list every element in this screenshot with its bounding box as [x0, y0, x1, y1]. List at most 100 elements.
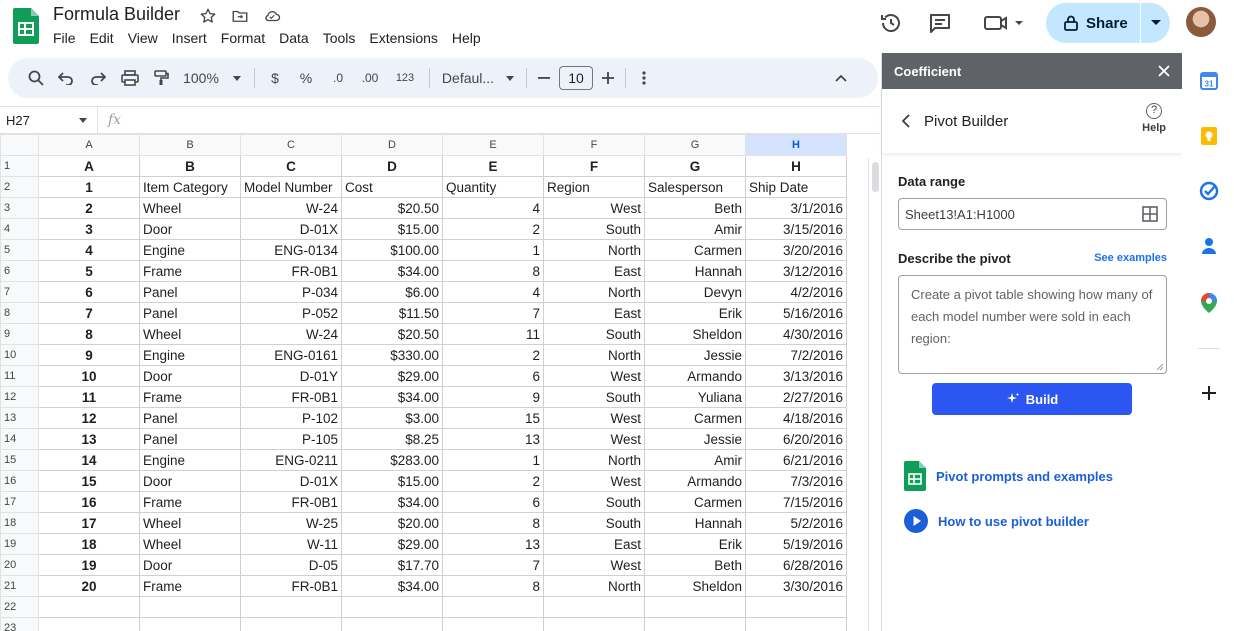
cell[interactable]: Wheel [139, 533, 241, 555]
cell[interactable]: $330.00 [341, 344, 443, 366]
cell[interactable]: South [543, 218, 645, 240]
cell[interactable]: FR-0B1 [240, 386, 342, 408]
cell[interactable]: 18 [38, 533, 140, 555]
cell[interactable]: Door [139, 365, 241, 387]
menu-view[interactable]: View [128, 30, 166, 46]
font-size-decrease-icon[interactable] [533, 64, 555, 92]
cell[interactable]: D-01Y [240, 365, 342, 387]
back-icon[interactable] [902, 114, 910, 128]
row-header[interactable]: 2 [0, 176, 39, 198]
menu-tools[interactable]: Tools [323, 30, 364, 46]
search-menus-icon[interactable] [22, 64, 50, 92]
row-header[interactable]: 8 [0, 302, 39, 324]
cell[interactable]: Salesperson [644, 176, 746, 198]
cell[interactable]: 3/1/2016 [745, 197, 847, 219]
see-examples-link[interactable]: See examples [1094, 252, 1167, 264]
cell[interactable] [240, 617, 342, 631]
menu-format[interactable]: Format [221, 30, 273, 46]
cell[interactable]: South [543, 323, 645, 345]
cell[interactable]: P-052 [240, 302, 342, 324]
cell[interactable] [341, 596, 443, 618]
cell[interactable] [644, 617, 746, 631]
cell[interactable]: 9 [442, 386, 544, 408]
cell[interactable]: 6/20/2016 [745, 428, 847, 450]
cell[interactable]: Beth [644, 554, 746, 576]
column-header-a[interactable]: A [38, 134, 140, 156]
row-header[interactable]: 5 [0, 239, 39, 261]
cell[interactable]: 7 [442, 554, 544, 576]
select-all-corner[interactable] [0, 134, 39, 156]
menu-extensions[interactable]: Extensions [369, 30, 445, 46]
cell[interactable]: Jessie [644, 428, 746, 450]
cell[interactable]: West [543, 470, 645, 492]
cell[interactable]: 19 [38, 554, 140, 576]
cell[interactable]: Wheel [139, 323, 241, 345]
cell[interactable] [644, 596, 746, 618]
build-button[interactable]: Build [932, 383, 1132, 415]
cell[interactable]: North [543, 575, 645, 597]
cell[interactable]: Door [139, 218, 241, 240]
row-header[interactable]: 22 [0, 596, 39, 618]
row-header[interactable]: 20 [0, 554, 39, 576]
cell[interactable]: 8 [442, 575, 544, 597]
cell[interactable]: 14 [38, 449, 140, 471]
cell[interactable]: 7 [38, 302, 140, 324]
share-button[interactable]: Share [1046, 3, 1170, 43]
column-header-e[interactable]: E [442, 134, 544, 156]
cell[interactable]: 13 [38, 428, 140, 450]
row-header[interactable]: 15 [0, 449, 39, 471]
vertical-scrollbar[interactable] [868, 158, 880, 631]
cell[interactable]: 6/21/2016 [745, 449, 847, 471]
cell[interactable]: West [543, 407, 645, 429]
cell[interactable]: Panel [139, 302, 241, 324]
cell[interactable]: 11 [38, 386, 140, 408]
cell[interactable]: North [543, 449, 645, 471]
how-to-link[interactable]: How to use pivot builder [904, 509, 1089, 533]
cell[interactable]: A [38, 155, 140, 177]
cell[interactable]: 7 [442, 302, 544, 324]
cell[interactable]: $11.50 [341, 302, 443, 324]
collapse-toolbar-icon[interactable] [826, 64, 856, 92]
keep-icon[interactable] [1199, 126, 1219, 146]
row-header[interactable]: 12 [0, 386, 39, 408]
meet-icon[interactable] [983, 11, 1025, 35]
undo-icon[interactable] [50, 64, 82, 92]
cell[interactable]: W-24 [240, 197, 342, 219]
tasks-icon[interactable] [1199, 181, 1219, 201]
cell[interactable]: P-034 [240, 281, 342, 303]
format-currency-button[interactable]: $ [261, 64, 289, 92]
font-size-input[interactable]: 10 [559, 66, 593, 90]
maps-icon[interactable] [1199, 293, 1219, 313]
cell[interactable]: 2 [442, 218, 544, 240]
redo-icon[interactable] [82, 64, 114, 92]
cell[interactable]: Panel [139, 407, 241, 429]
cell[interactable]: F [543, 155, 645, 177]
menu-edit[interactable]: Edit [90, 30, 122, 46]
cell[interactable]: Region [543, 176, 645, 198]
row-header[interactable]: 14 [0, 428, 39, 450]
decrease-decimal-button[interactable]: .0 [323, 64, 353, 92]
cell[interactable]: Frame [139, 491, 241, 513]
cell[interactable]: Door [139, 470, 241, 492]
column-header-g[interactable]: G [644, 134, 746, 156]
avatar[interactable] [1186, 7, 1216, 37]
row-header[interactable]: 17 [0, 491, 39, 513]
cell[interactable]: Carmen [644, 239, 746, 261]
cell[interactable] [139, 617, 241, 631]
cell[interactable]: 7/15/2016 [745, 491, 847, 513]
cell[interactable]: FR-0B1 [240, 491, 342, 513]
data-range-input[interactable]: Sheet13!A1:H1000 [898, 198, 1167, 230]
cell[interactable]: 17 [38, 512, 140, 534]
move-folder-icon[interactable] [230, 6, 250, 26]
cell[interactable]: Engine [139, 449, 241, 471]
cell[interactable]: Frame [139, 575, 241, 597]
cell[interactable]: North [543, 344, 645, 366]
version-history-icon[interactable] [879, 11, 903, 35]
cell[interactable]: D-01X [240, 218, 342, 240]
paint-format-icon[interactable] [146, 64, 176, 92]
grid-select-icon[interactable] [1142, 206, 1158, 222]
format-percent-button[interactable]: % [289, 64, 323, 92]
cell[interactable]: $20.50 [341, 197, 443, 219]
cell[interactable]: Panel [139, 428, 241, 450]
cell[interactable]: $34.00 [341, 386, 443, 408]
